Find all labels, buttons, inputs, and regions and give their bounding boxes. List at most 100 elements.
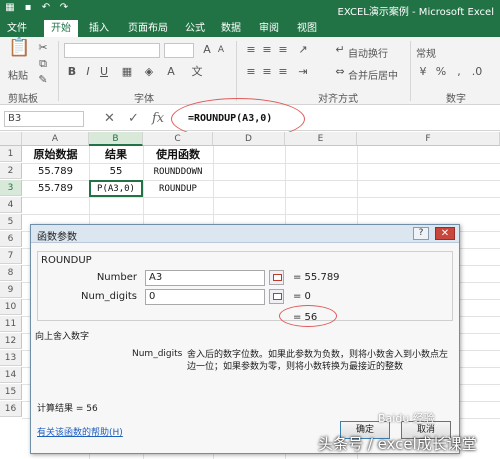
row-header[interactable]: 15 bbox=[0, 384, 22, 400]
help-button[interactable]: ? bbox=[413, 227, 429, 240]
row-header[interactable]: 1 bbox=[0, 146, 22, 162]
currency-icon[interactable]: ¥ bbox=[416, 65, 430, 79]
align-top-icon[interactable]: ≡ bbox=[244, 43, 258, 57]
increase-decimal-icon[interactable]: .0 bbox=[470, 65, 484, 79]
gridline bbox=[22, 197, 500, 198]
font-size-select[interactable] bbox=[164, 43, 194, 58]
column-header-c[interactable]: C bbox=[143, 132, 213, 146]
column-header-d[interactable]: D bbox=[213, 132, 285, 146]
row-header[interactable]: 6 bbox=[0, 231, 22, 247]
cell-c1[interactable]: 使用函数 bbox=[143, 147, 213, 163]
row-header[interactable]: 10 bbox=[0, 299, 22, 315]
column-header-b[interactable]: B bbox=[89, 132, 143, 146]
group-font-label: 字体 bbox=[134, 94, 154, 105]
num-digits-input[interactable]: 0 bbox=[145, 289, 265, 305]
phonetic-icon[interactable]: 文 bbox=[190, 65, 204, 79]
title-bar: ▦ ▪ ↶ ↷ EXCEL演示案例 - Microsoft Excel bbox=[0, 0, 500, 18]
paste-icon[interactable]: 📋 bbox=[8, 39, 30, 63]
copy-icon[interactable]: ⧉ bbox=[36, 57, 50, 71]
group-alignment-label: 对齐方式 bbox=[318, 94, 358, 105]
align-center-icon[interactable]: ≡ bbox=[260, 65, 274, 79]
align-left-icon[interactable]: ≡ bbox=[244, 65, 258, 79]
tab-file[interactable]: 文件 bbox=[2, 20, 32, 37]
row-header[interactable]: 4 bbox=[0, 197, 22, 213]
tab-insert[interactable]: 插入 bbox=[84, 20, 114, 37]
dialog-title-bar[interactable]: 函数参数 ? ✕ bbox=[31, 225, 459, 243]
number-input[interactable]: A3 bbox=[145, 270, 265, 286]
tab-page-layout[interactable]: 页面布局 bbox=[124, 20, 172, 37]
row-header[interactable]: 13 bbox=[0, 350, 22, 366]
number-format-select[interactable]: 常规 bbox=[416, 45, 436, 60]
paste-button[interactable]: 粘贴 bbox=[8, 67, 28, 82]
row-header[interactable]: 7 bbox=[0, 248, 22, 264]
align-bottom-icon[interactable]: ≡ bbox=[276, 43, 290, 57]
border-icon[interactable]: ▦ bbox=[120, 65, 134, 79]
save-icon[interactable]: ▪ bbox=[22, 2, 34, 14]
underline-button[interactable]: U bbox=[98, 65, 110, 79]
tab-formulas[interactable]: 公式 bbox=[180, 20, 210, 37]
function-help-link[interactable]: 有关该函数的帮助(H) bbox=[37, 425, 123, 438]
font-color-icon[interactable]: A bbox=[164, 65, 178, 79]
insert-function-button[interactable]: fx bbox=[152, 111, 164, 127]
range-picker-icon[interactable] bbox=[269, 289, 284, 304]
cut-icon[interactable]: ✂ bbox=[36, 41, 50, 55]
orientation-icon[interactable]: ↗ bbox=[296, 43, 310, 57]
cell-a2[interactable]: 55.789 bbox=[22, 164, 89, 180]
comma-icon[interactable]: , bbox=[452, 65, 466, 79]
arg-result-num-digits: = 0 bbox=[293, 291, 311, 302]
italic-button[interactable]: I bbox=[82, 65, 94, 79]
column-header-a[interactable]: A bbox=[22, 132, 89, 146]
select-all-corner[interactable] bbox=[0, 132, 22, 146]
fill-color-icon[interactable]: ◈ bbox=[142, 65, 156, 79]
wrap-text-icon[interactable]: ↵ bbox=[334, 43, 346, 57]
tab-review[interactable]: 审阅 bbox=[254, 20, 284, 37]
ribbon-separator bbox=[410, 41, 411, 101]
row-header[interactable]: 14 bbox=[0, 367, 22, 383]
row-header[interactable]: 8 bbox=[0, 265, 22, 281]
cell-a1[interactable]: 原始数据 bbox=[22, 147, 89, 163]
indent-icon[interactable]: ⇥ bbox=[296, 65, 310, 79]
tab-data[interactable]: 数据 bbox=[216, 20, 246, 37]
cell-b2[interactable]: 55 bbox=[89, 164, 143, 180]
row-header[interactable]: 12 bbox=[0, 333, 22, 349]
calculation-result: 计算结果 = 56 bbox=[37, 404, 98, 414]
enter-icon[interactable]: ✓ bbox=[128, 111, 139, 127]
row-header[interactable]: 2 bbox=[0, 163, 22, 179]
ribbon-tabs: 文件 开始 插入 页面布局 公式 数据 审阅 视图 bbox=[0, 18, 500, 37]
column-header-e[interactable]: E bbox=[285, 132, 357, 146]
font-name-select[interactable] bbox=[64, 43, 160, 58]
merge-center-button[interactable]: 合并后居中 bbox=[348, 67, 398, 82]
name-box[interactable]: B3 bbox=[4, 111, 84, 127]
grow-font-icon[interactable]: A bbox=[200, 43, 214, 57]
close-button[interactable]: ✕ bbox=[435, 227, 455, 240]
gridline bbox=[22, 214, 500, 215]
cell-c2[interactable]: ROUNDDOWN bbox=[143, 164, 213, 180]
function-name: ROUNDUP bbox=[41, 255, 92, 266]
percent-icon[interactable]: % bbox=[434, 65, 448, 79]
shrink-font-icon[interactable]: A bbox=[214, 43, 228, 57]
row-header[interactable]: 11 bbox=[0, 316, 22, 332]
row-header[interactable]: 5 bbox=[0, 214, 22, 230]
group-number-label: 数字 bbox=[446, 94, 466, 105]
format-painter-icon[interactable]: ✎ bbox=[36, 73, 50, 87]
row-header[interactable]: 3 bbox=[0, 180, 22, 196]
wrap-text-button[interactable]: 自动换行 bbox=[348, 45, 388, 60]
row-header[interactable]: 16 bbox=[0, 401, 22, 417]
bold-button[interactable]: B bbox=[66, 65, 78, 79]
arg-result-number: = 55.789 bbox=[293, 272, 340, 283]
align-right-icon[interactable]: ≡ bbox=[276, 65, 290, 79]
excel-logo-icon: ▦ bbox=[5, 2, 15, 13]
column-header-f[interactable]: F bbox=[357, 132, 500, 146]
tab-view[interactable]: 视图 bbox=[292, 20, 322, 37]
row-header[interactable]: 9 bbox=[0, 282, 22, 298]
cell-b1[interactable]: 结果 bbox=[89, 147, 143, 163]
merge-center-icon[interactable]: ⇔ bbox=[334, 65, 346, 79]
cell-a3[interactable]: 55.789 bbox=[22, 181, 89, 197]
tab-home[interactable]: 开始 bbox=[44, 20, 78, 37]
range-picker-icon[interactable] bbox=[269, 270, 284, 285]
redo-icon[interactable]: ↷ bbox=[58, 2, 70, 14]
cell-c3[interactable]: ROUNDUP bbox=[143, 181, 213, 197]
undo-icon[interactable]: ↶ bbox=[40, 2, 52, 14]
cancel-icon[interactable]: ✕ bbox=[104, 111, 115, 127]
align-middle-icon[interactable]: ≡ bbox=[260, 43, 274, 57]
